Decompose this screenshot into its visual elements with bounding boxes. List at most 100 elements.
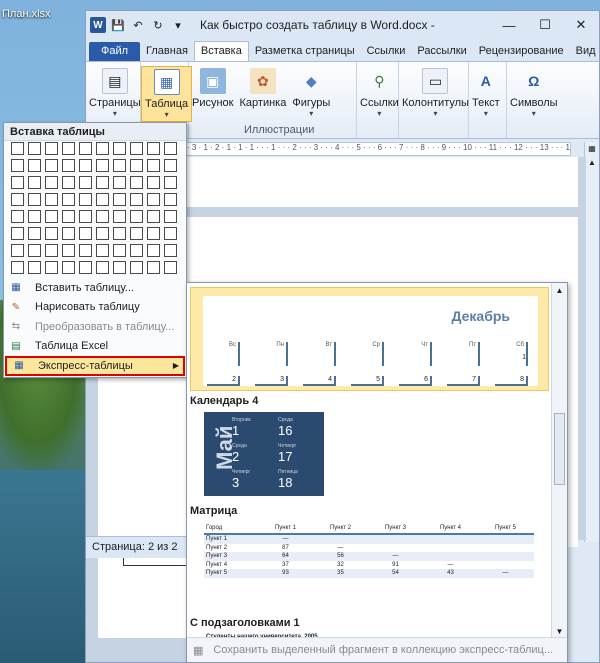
undo-icon[interactable]: ↶ (130, 17, 146, 33)
grid-cell[interactable] (147, 210, 160, 223)
grid-cell[interactable] (113, 227, 126, 240)
grid-cell[interactable] (79, 193, 92, 206)
word-app-icon[interactable]: W (90, 17, 106, 33)
grid-cell[interactable] (164, 261, 177, 274)
grid-cell[interactable] (45, 193, 58, 206)
minimize-button[interactable]: — (491, 13, 527, 37)
maximize-button[interactable]: ☐ (527, 13, 563, 37)
grid-cell[interactable] (113, 193, 126, 206)
gallery-item-calendar-4[interactable]: Май Вторник 1 Среда 16 Среда 2 Четверг 17 Че… (204, 412, 324, 496)
grid-cell[interactable] (62, 227, 75, 240)
quick-tables-item[interactable]: ▦ Экспресс-таблицы ▶ (5, 356, 185, 376)
grid-cell[interactable] (45, 210, 58, 223)
grid-cell[interactable] (113, 142, 126, 155)
grid-cell[interactable] (113, 159, 126, 172)
grid-cell[interactable] (96, 142, 109, 155)
table-button[interactable]: ▦ Таблица ▾ (141, 66, 193, 122)
document-page-fragment[interactable] (98, 538, 188, 638)
gallery-item-matrix[interactable]: Город Пункт 1 Пункт 2 Пункт 3 Пункт 4 Пункт 5… (204, 523, 534, 578)
grid-cell[interactable] (164, 227, 177, 240)
tab-view[interactable]: Вид (570, 42, 600, 61)
grid-cell[interactable] (147, 261, 160, 274)
links-button[interactable]: ⚲ Ссылки ▾ (357, 66, 402, 120)
grid-cell[interactable] (130, 159, 143, 172)
excel-table-item[interactable]: ▤ Таблица Excel (4, 337, 186, 357)
header-footer-button[interactable]: ▭ Колонтитулы ▾ (399, 66, 472, 120)
grid-cell[interactable] (79, 244, 92, 257)
grid-cell[interactable] (96, 193, 109, 206)
grid-cell[interactable] (130, 193, 143, 206)
grid-cell[interactable] (130, 244, 143, 257)
grid-cell[interactable] (28, 210, 41, 223)
close-button[interactable]: ✕ (563, 13, 599, 37)
tab-review[interactable]: Рецензирование (473, 42, 570, 61)
grid-cell[interactable] (147, 159, 160, 172)
grid-cell[interactable] (147, 176, 160, 189)
grid-cell[interactable] (130, 176, 143, 189)
grid-cell[interactable] (96, 210, 109, 223)
draw-table-item[interactable]: ✎ Нарисовать таблицу (4, 298, 186, 318)
grid-cell[interactable] (79, 142, 92, 155)
scroll-down-icon[interactable]: ▼ (552, 627, 567, 636)
grid-cell[interactable] (45, 261, 58, 274)
grid-cell[interactable] (164, 176, 177, 189)
grid-cell[interactable] (96, 261, 109, 274)
grid-cell[interactable] (147, 227, 160, 240)
grid-cell[interactable] (11, 244, 24, 257)
grid-cell[interactable] (164, 244, 177, 257)
grid-cell[interactable] (62, 176, 75, 189)
gallery-item-calendar-3[interactable]: Декабрь Вс 2 Пн 3 Вт 4 Ср 5 Чт 6 Пт 7 Сб 8 1 (190, 287, 549, 391)
grid-cell[interactable] (28, 142, 41, 155)
grid-cell[interactable] (79, 227, 92, 240)
scroll-up-icon[interactable]: ▲ (552, 286, 567, 295)
grid-cell[interactable] (45, 142, 58, 155)
grid-cell[interactable] (147, 142, 160, 155)
text-button[interactable]: A Текст ▾ (469, 66, 503, 120)
grid-cell[interactable] (11, 261, 24, 274)
grid-cell[interactable] (130, 261, 143, 274)
grid-cell[interactable] (164, 193, 177, 206)
shapes-button[interactable]: ◆ Фигуры ▾ (289, 66, 333, 120)
grid-cell[interactable] (79, 210, 92, 223)
grid-cell[interactable] (79, 159, 92, 172)
grid-cell[interactable] (164, 159, 177, 172)
grid-cell[interactable] (62, 244, 75, 257)
gallery-scroll-thumb[interactable] (554, 413, 565, 485)
grid-cell[interactable] (130, 227, 143, 240)
ruler-toggle-icon[interactable]: ▦ (586, 144, 599, 156)
clipart-button[interactable]: ✿ Картинка (237, 66, 290, 111)
grid-cell[interactable] (62, 159, 75, 172)
tab-mailings[interactable]: Рассылки (411, 42, 472, 61)
tab-page-layout[interactable]: Разметка страницы (249, 42, 361, 61)
grid-cell[interactable] (11, 176, 24, 189)
grid-cell[interactable] (147, 193, 160, 206)
grid-cell[interactable] (62, 261, 75, 274)
grid-cell[interactable] (113, 261, 126, 274)
save-icon[interactable]: 💾 (110, 17, 126, 33)
grid-cell[interactable] (96, 176, 109, 189)
grid-cell[interactable] (28, 159, 41, 172)
desktop-file-label[interactable]: План.xlsx (2, 8, 82, 20)
grid-cell[interactable] (11, 227, 24, 240)
grid-cell[interactable] (164, 210, 177, 223)
grid-cell[interactable] (164, 142, 177, 155)
grid-cell[interactable] (28, 261, 41, 274)
grid-cell[interactable] (11, 159, 24, 172)
grid-cell[interactable] (113, 176, 126, 189)
grid-cell[interactable] (147, 244, 160, 257)
horizontal-ruler[interactable]: · 3 · 1 · 2 · 1 · 1 · 1 · · · 1 · · · 2 … (186, 142, 571, 156)
grid-cell[interactable] (130, 210, 143, 223)
grid-cell[interactable] (45, 159, 58, 172)
gallery-scrollbar[interactable]: ▲ ▼ (551, 283, 567, 639)
grid-cell[interactable] (28, 227, 41, 240)
grid-cell[interactable] (96, 227, 109, 240)
customize-qat-icon[interactable]: ▾ (170, 17, 186, 33)
table-size-grid[interactable] (11, 142, 179, 276)
grid-cell[interactable] (28, 193, 41, 206)
grid-cell[interactable] (11, 210, 24, 223)
grid-cell[interactable] (96, 244, 109, 257)
status-bar-page[interactable]: Страница: 2 из 2 (86, 536, 188, 558)
grid-cell[interactable] (45, 176, 58, 189)
grid-cell[interactable] (11, 142, 24, 155)
grid-cell[interactable] (11, 193, 24, 206)
